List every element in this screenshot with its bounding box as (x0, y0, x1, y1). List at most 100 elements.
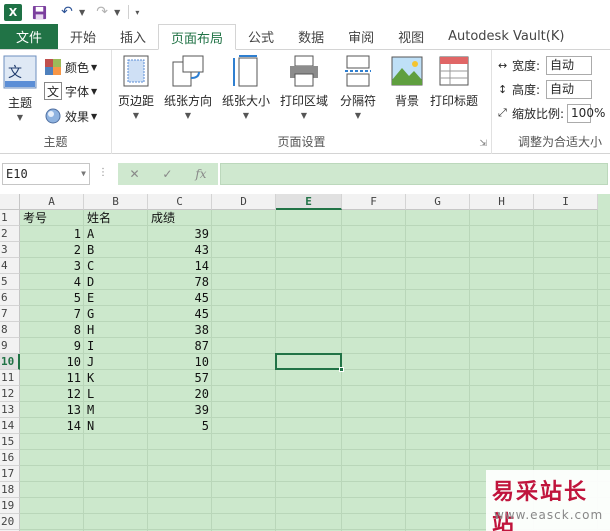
cell-a7[interactable]: 7 (20, 306, 81, 322)
cell-c13[interactable]: 39 (148, 402, 209, 418)
undo-dropdown-icon[interactable]: ▼ (79, 8, 85, 17)
cell-c3[interactable]: 43 (148, 242, 209, 258)
row-header-8[interactable]: 8 (0, 322, 20, 338)
column-header-d[interactable]: D (212, 194, 276, 210)
cell-a3[interactable]: 2 (20, 242, 81, 258)
name-box-dropdown-icon[interactable]: ▼ (81, 164, 86, 184)
print-titles-button[interactable]: 打印标题 (430, 54, 478, 109)
cell-b14[interactable]: N (87, 418, 148, 434)
cell-c7[interactable]: 45 (148, 306, 209, 322)
row-header-11[interactable]: 11 (0, 370, 20, 386)
fonts-button[interactable]: 文 字体 ▼ (44, 80, 97, 102)
page-setup-launcher-icon[interactable]: ⇲ (479, 139, 487, 149)
print-area-button[interactable]: 打印区域 ▼ (280, 54, 328, 120)
tab-insert[interactable]: 插入 (108, 24, 158, 49)
formula-bar-resize-handle[interactable]: ⋮ (98, 167, 108, 178)
cell-b13[interactable]: M (87, 402, 148, 418)
cell-b11[interactable]: K (87, 370, 148, 386)
row-header-6[interactable]: 6 (0, 290, 20, 306)
column-header-f[interactable]: F (342, 194, 406, 210)
row-header-18[interactable]: 18 (0, 482, 20, 498)
cell-b3[interactable]: B (87, 242, 148, 258)
cell-a12[interactable]: 12 (20, 386, 81, 402)
tab-review[interactable]: 审阅 (336, 24, 386, 49)
tab-formulas[interactable]: 公式 (236, 24, 286, 49)
themes-button[interactable]: 文 主题 ▼ (2, 54, 38, 122)
cell-a14[interactable]: 14 (20, 418, 81, 434)
row-header-2[interactable]: 2 (0, 226, 20, 242)
row-header-16[interactable]: 16 (0, 450, 20, 466)
cell-b12[interactable]: L (87, 386, 148, 402)
cell-c2[interactable]: 39 (148, 226, 209, 242)
cell-b10[interactable]: J (87, 354, 148, 370)
tab-page-layout[interactable]: 页面布局 (158, 24, 237, 50)
orientation-button[interactable]: 纸张方向 ▼ (164, 54, 212, 120)
cell-b8[interactable]: H (87, 322, 148, 338)
cell-a13[interactable]: 13 (20, 402, 81, 418)
name-box[interactable]: E10 ▼ (2, 163, 90, 185)
row-header-4[interactable]: 4 (0, 258, 20, 274)
row-header-14[interactable]: 14 (0, 418, 20, 434)
column-header-c[interactable]: C (148, 194, 212, 210)
cell-a2[interactable]: 1 (20, 226, 81, 242)
cell-b7[interactable]: G (87, 306, 148, 322)
cell-c14[interactable]: 5 (148, 418, 209, 434)
row-header-13[interactable]: 13 (0, 402, 20, 418)
tab-home[interactable]: 开始 (58, 24, 108, 49)
cell-b6[interactable]: E (87, 290, 148, 306)
tab-file[interactable]: 文件 (0, 24, 58, 49)
insert-function-icon[interactable]: fx (195, 167, 206, 181)
row-header-12[interactable]: 12 (0, 386, 20, 402)
width-select[interactable]: 自动 (546, 55, 593, 75)
colors-button[interactable]: 颜色 ▼ (44, 56, 97, 78)
select-all-corner[interactable] (0, 194, 20, 210)
row-header-17[interactable]: 17 (0, 466, 20, 482)
height-select[interactable]: 自动 (546, 79, 593, 99)
column-header-e[interactable]: E (276, 194, 342, 210)
cell-c8[interactable]: 38 (148, 322, 209, 338)
row-header-5[interactable]: 5 (0, 274, 20, 290)
formula-input[interactable] (220, 163, 608, 185)
enter-icon[interactable]: ✓ (162, 167, 172, 181)
cell-c10[interactable]: 10 (148, 354, 209, 370)
cell-c5[interactable]: 78 (148, 274, 209, 290)
cell-c9[interactable]: 87 (148, 338, 209, 354)
cell-a5[interactable]: 4 (20, 274, 81, 290)
size-button[interactable]: 纸张大小 ▼ (222, 54, 270, 120)
effects-button[interactable]: 效果 ▼ (44, 105, 97, 127)
undo-icon[interactable]: ↶ (56, 2, 78, 22)
cell-b2[interactable]: A (87, 226, 148, 242)
row-header-9[interactable]: 9 (0, 338, 20, 354)
cell-a4[interactable]: 3 (20, 258, 81, 274)
active-cell-selection[interactable] (275, 353, 344, 372)
column-header-h[interactable]: H (470, 194, 534, 210)
cell-c6[interactable]: 45 (148, 290, 209, 306)
tab-autodesk-vault[interactable]: Autodesk Vault(K) (436, 24, 576, 49)
cell-a1[interactable]: 考号 (23, 210, 84, 226)
row-header-10[interactable]: 10 (0, 354, 20, 370)
cell-a10[interactable]: 10 (20, 354, 81, 370)
cell-a6[interactable]: 5 (20, 290, 81, 306)
cell-b9[interactable]: I (87, 338, 148, 354)
tab-data[interactable]: 数据 (286, 24, 336, 49)
column-header-b[interactable]: B (84, 194, 148, 210)
fill-handle[interactable] (339, 367, 344, 372)
tab-view[interactable]: 视图 (386, 24, 436, 49)
cell-c1[interactable]: 成绩 (151, 210, 212, 226)
scale-input[interactable]: 100% (567, 103, 605, 123)
row-header-19[interactable]: 19 (0, 498, 20, 514)
background-button[interactable]: 背景 (390, 54, 424, 109)
cell-c11[interactable]: 57 (148, 370, 209, 386)
cell-c4[interactable]: 14 (148, 258, 209, 274)
row-header-7[interactable]: 7 (0, 306, 20, 322)
cell-c12[interactable]: 20 (148, 386, 209, 402)
margins-button[interactable]: 页边距 ▼ (118, 54, 154, 120)
row-header-20[interactable]: 20 (0, 514, 20, 530)
cancel-icon[interactable]: ✕ (129, 167, 139, 181)
cell-a9[interactable]: 9 (20, 338, 81, 354)
row-header-3[interactable]: 3 (0, 242, 20, 258)
column-header-i[interactable]: I (534, 194, 598, 210)
redo-icon[interactable]: ↷ (91, 2, 113, 22)
save-icon[interactable] (28, 2, 50, 22)
cell-b5[interactable]: D (87, 274, 148, 290)
